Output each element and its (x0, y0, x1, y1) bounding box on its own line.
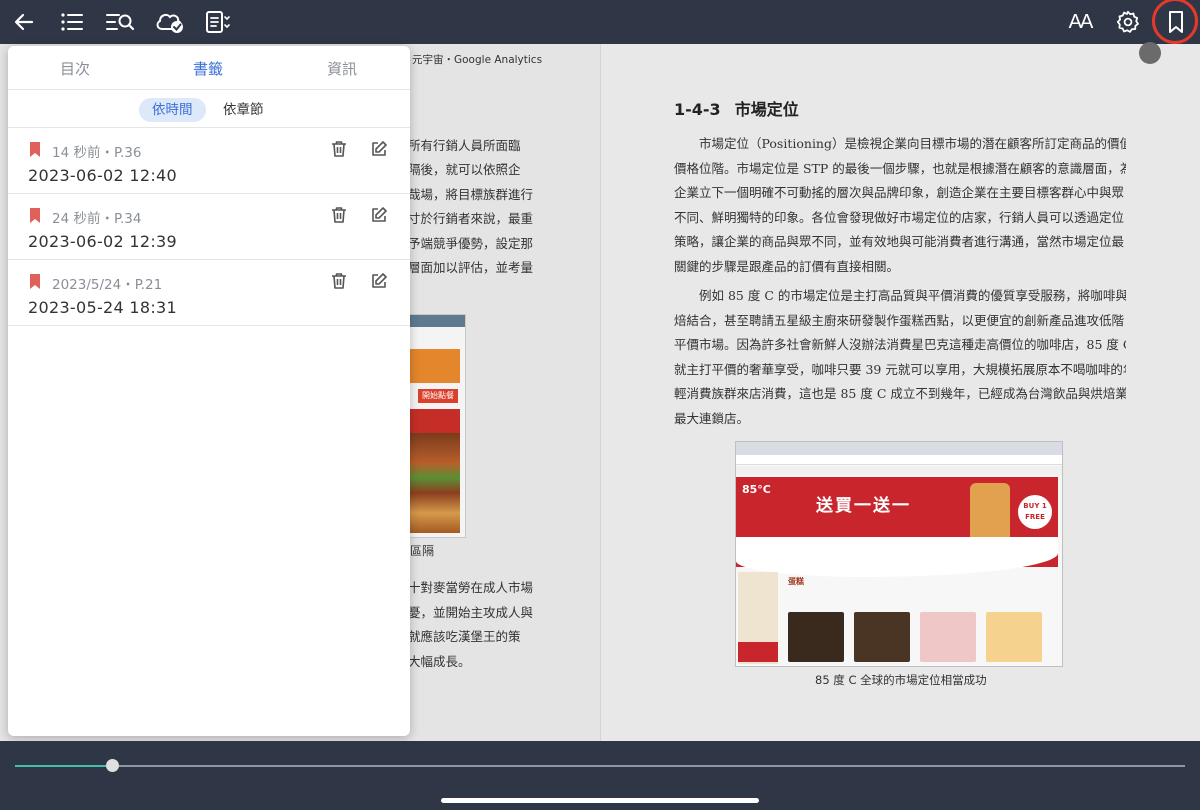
notes-list-icon[interactable] (200, 4, 236, 40)
search-list-icon[interactable] (102, 4, 138, 40)
paragraph-line: 策略，讓企業的商品與眾不同，並有效地與可能消費者進行溝通，當然市場定位最 (674, 234, 1125, 249)
page-progress-slider[interactable] (15, 759, 1185, 772)
figure-promo-text: 送買一送一 (816, 496, 911, 516)
gear-icon[interactable] (1110, 4, 1146, 40)
left-figure-screenshot: 開始點餐 (408, 314, 466, 538)
paragraph-line: 就主打平價的奢華享受，咖啡只要 39 元就可以享用，大規模拓展原本不喝咖啡的年 (674, 361, 1126, 377)
edit-icon[interactable] (370, 206, 388, 224)
bottom-bar (0, 741, 1200, 810)
left-text-line: 十對麥當勞在成人市場 (408, 580, 534, 595)
figure-85c-screenshot: 85°C 送買一送一 BUY 1 FREE 蛋糕 (735, 441, 1063, 667)
section-title: 市場定位 (734, 100, 799, 119)
font-size-label: AA (1068, 10, 1094, 33)
paragraph-line: 例如 85 度 C 的市場定位是主打高品質與平價消費的優質享受服務，將咖啡與烘 (699, 288, 1126, 303)
home-indicator[interactable] (441, 798, 759, 803)
tab-toc[interactable]: 目次 (60, 58, 90, 79)
progress-thumb[interactable] (106, 759, 119, 772)
trash-icon[interactable] (330, 206, 348, 224)
bookmark-item[interactable]: 24 秒前・P.34 2023-06-02 12:39 (8, 194, 410, 260)
tab-info[interactable]: 資訊 (327, 58, 357, 79)
figure-address-bar (736, 455, 1062, 465)
left-text-line: 所有行銷人員所面臨 (408, 138, 521, 153)
panel-tabs: 目次 書籤 資訊 (8, 46, 410, 90)
mini-order-button: 開始點餐 (418, 389, 458, 403)
font-size-icon[interactable]: AA (1062, 4, 1098, 40)
progress-fill (15, 765, 112, 767)
bookmark-item[interactable]: 14 秒前・P.36 2023-06-02 12:40 (8, 128, 410, 194)
left-text-line: 隔後，就可以依照企 (408, 162, 521, 177)
bookmark-meta: 2023/5/24・P.21 (52, 277, 163, 293)
tab-bookmarks[interactable]: 書籤 (193, 58, 223, 79)
figure-promo-badge: BUY 1 FREE (1018, 495, 1052, 529)
toc-list-icon[interactable] (54, 4, 90, 40)
paragraph-line: 企業立下一個明確不可動搖的層次與品牌印象，創造企業在主要目標客群心中與眾 (674, 185, 1125, 200)
cloud-sync-icon[interactable] (152, 4, 188, 40)
sort-by-chapter-button[interactable]: 依章節 (210, 98, 277, 122)
bookmark-panel: 目次 書籤 資訊 依時間 依章節 14 秒前・P.36 2023-06-02 1… (8, 46, 410, 736)
top-toolbar: AA (0, 0, 1200, 44)
left-text-line: 憂，並開始主攻成人與 (408, 605, 534, 620)
bookmark-date: 2023-06-02 12:40 (28, 166, 177, 185)
mini-browser-bar (408, 315, 465, 327)
paragraph-line: 最大連鎖店。 (674, 410, 750, 426)
left-text-line: 大幅成長。 (408, 654, 471, 669)
paragraph-line: 價格位階。市場定位是 STP 的最後一個步驟，也就是根據潛在顧客的意識層面，為 (674, 160, 1126, 176)
sort-by-time-button[interactable]: 依時間 (139, 98, 206, 122)
figure-sidebar-promo (738, 642, 778, 662)
figure-bookmarks-bar (736, 466, 1062, 475)
paragraph-line: 平價市場。因為許多社會新鮮人沒辦法消費星巴克這種走高價位的咖啡店，85 度 C (674, 337, 1126, 352)
figure-cake-image (920, 612, 976, 662)
section-number: 1-4-3 (674, 100, 721, 119)
section-heading: 1-4-3 市場定位 (674, 96, 799, 120)
bookmark-flag-icon (30, 208, 40, 223)
bookmark-flag-icon (30, 142, 40, 157)
mini-banner (408, 349, 460, 383)
bookmark-item[interactable]: 2023/5/24・P.21 2023-05-24 18:31 (8, 260, 410, 326)
trash-icon[interactable] (330, 272, 348, 290)
back-arrow-icon[interactable] (6, 4, 42, 40)
bookmark-date: 2023-06-02 12:39 (28, 232, 177, 251)
bookmark-flag-icon (30, 274, 40, 289)
bookmark-meta: 24 秒前・P.34 (52, 211, 142, 227)
mini-red-strip (408, 409, 460, 435)
paragraph-line: 關鍵的步驟是跟產品的訂價有直接相關。 (674, 258, 900, 274)
paragraph-line: 焙結合，甚至聘請五星級主廚來研發製作蛋糕西點，以更便宜的創新產品進攻低階 (674, 312, 1125, 328)
figure-caption: 85 度 C 全球的市場定位相當成功 (815, 673, 987, 687)
paragraph-line: 市場定位（Positioning）是檢視企業向目標市場的潛在顧客所訂定商品的價值… (699, 136, 1126, 151)
trash-icon[interactable] (330, 140, 348, 158)
figure-cake-image (854, 612, 910, 662)
left-text-line: 層面加以評估，並考量 (408, 260, 534, 275)
edit-icon[interactable] (370, 140, 388, 158)
left-page-header: 元宇宙・Google Analytics (412, 54, 543, 66)
edit-icon[interactable] (370, 272, 388, 290)
bookmark-meta: 14 秒前・P.36 (52, 145, 142, 161)
burger-image (408, 433, 460, 533)
bookmark-date: 2023-05-24 18:31 (28, 298, 177, 317)
paragraph-line: 不同、鮮明獨特的印象。各位會發現做好市場定位的店家，行銷人員可以透過定位 (674, 209, 1125, 225)
paragraph-line: 輕消費族群來店消費，這也是 85 度 C 成立不到幾年，已經成為台灣飲品與烘焙業… (674, 386, 1126, 401)
sort-filters: 依時間 依章節 (8, 90, 410, 128)
left-figure-caption: 區隔 (410, 544, 435, 558)
page-corner-badge (1139, 42, 1161, 64)
bookmark-highlight-ring (1152, 0, 1198, 44)
left-text-line: 哉場，將目標族群進行 (408, 187, 534, 202)
left-text-line: 予端競爭優勢，設定那 (408, 236, 534, 251)
left-text-line: 寸於行銷者來說，最重 (408, 211, 534, 226)
left-text-line: 就應該吃漢堡王的策 (408, 629, 521, 644)
paragraph-85c-example: 例如 85 度 C 的市場定位是主打高品質與平價消費的優質享受服務，將咖啡與烘 … (674, 284, 1126, 431)
figure-logo: 85°C (742, 483, 771, 496)
figure-tab-bar (736, 442, 1062, 455)
figure-cake-image (986, 612, 1042, 662)
figure-wave (736, 537, 1058, 577)
paragraph-positioning: 市場定位（Positioning）是檢視企業向目標市場的潛在顧客所訂定商品的價值… (674, 132, 1126, 279)
figure-cake-image (788, 612, 844, 662)
figure-section-title: 蛋糕 (788, 577, 804, 586)
